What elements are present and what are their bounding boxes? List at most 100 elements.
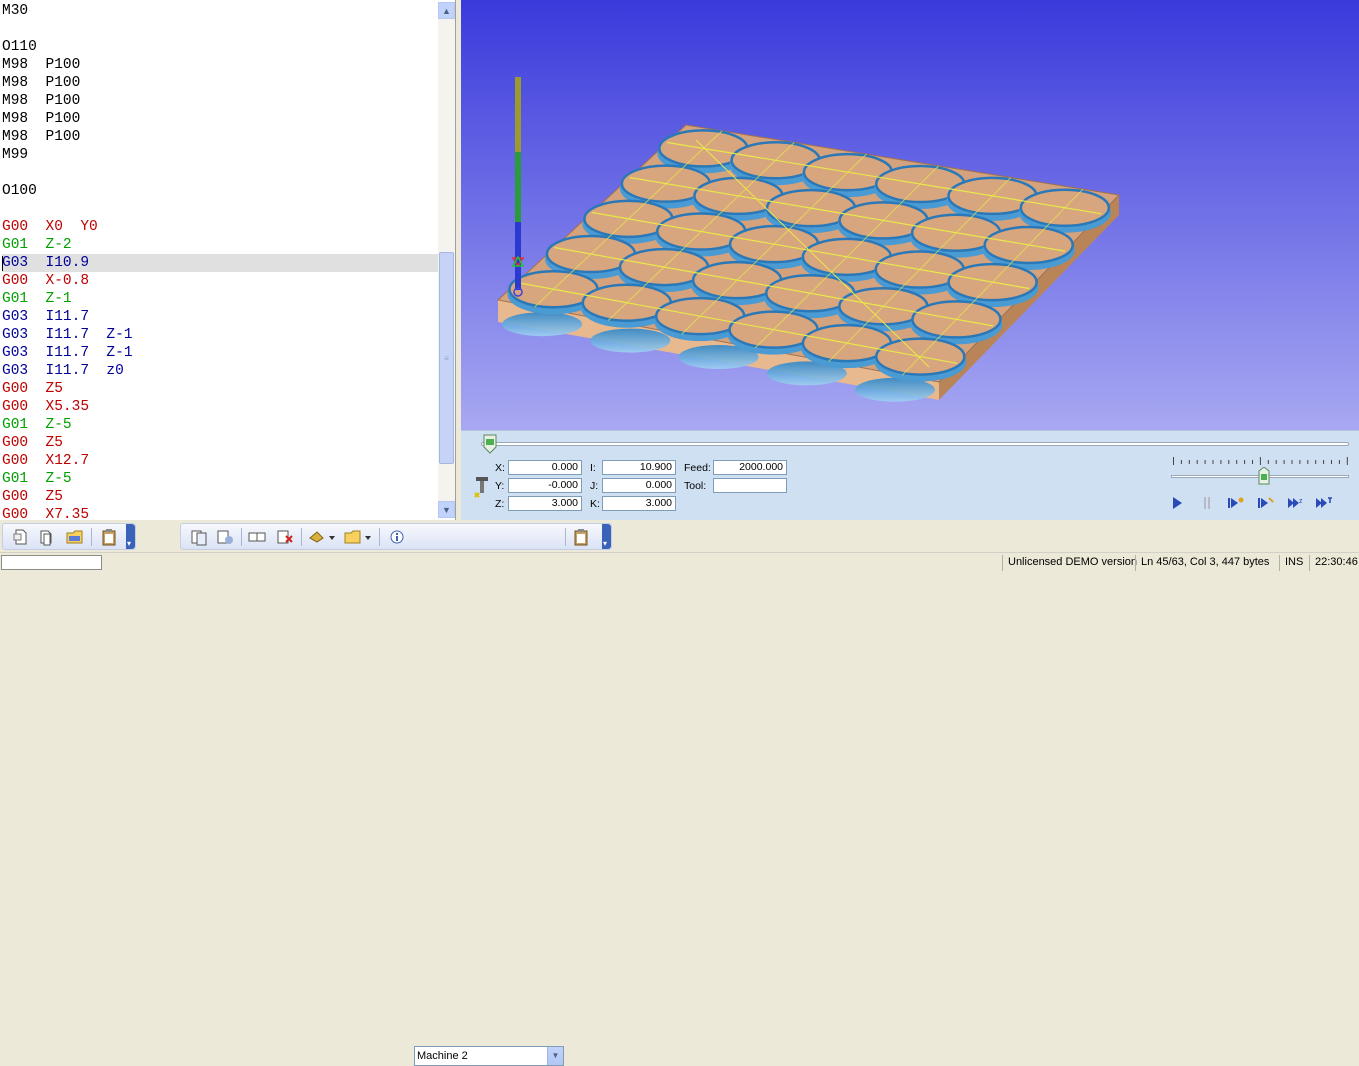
receive-icon[interactable] bbox=[275, 528, 295, 546]
file-toolbar bbox=[2, 523, 136, 550]
speed-tick bbox=[1180, 460, 1182, 464]
code-line[interactable] bbox=[2, 20, 438, 38]
speed-tick bbox=[1315, 460, 1317, 464]
code-line[interactable]: G03 I11.7 bbox=[2, 308, 438, 326]
code-line[interactable]: G01 Z-5 bbox=[2, 416, 438, 434]
code-line[interactable]: G00 X-0.8 bbox=[2, 272, 438, 290]
code-line[interactable]: G03 I11.7 Z-1 bbox=[2, 344, 438, 362]
code-line[interactable]: G00 X7.35 bbox=[2, 506, 438, 520]
clipboard-icon[interactable] bbox=[99, 528, 119, 546]
cursor-position-status: Ln 45/63, Col 3, 447 bytes bbox=[1135, 555, 1279, 571]
open-folder-icon[interactable] bbox=[65, 528, 85, 546]
code-line[interactable]: G00 Z5 bbox=[2, 488, 438, 506]
code-line[interactable]: G00 Z5 bbox=[2, 380, 438, 398]
tool-icon bbox=[474, 477, 488, 498]
speed-tick bbox=[1259, 457, 1261, 465]
3d-view bbox=[461, 0, 1359, 430]
feed-label: Feed: bbox=[684, 462, 711, 474]
toolbar-separator bbox=[241, 528, 242, 546]
y-value-field: -0.000 bbox=[508, 478, 582, 493]
speed-tick bbox=[1275, 460, 1277, 464]
j-value-field: 0.000 bbox=[602, 478, 676, 493]
code-line[interactable]: M98 P100 bbox=[2, 74, 438, 92]
code-line[interactable]: M99 bbox=[2, 146, 438, 164]
timeline-slider-thumb[interactable] bbox=[483, 434, 497, 454]
transfer-icon[interactable] bbox=[215, 528, 235, 546]
code-line[interactable]: G01 Z-2 bbox=[2, 236, 438, 254]
code-line[interactable]: G01 Z-1 bbox=[2, 290, 438, 308]
speed-tick bbox=[1307, 460, 1309, 464]
pause-button[interactable] bbox=[1197, 495, 1217, 511]
svg-text:z: z bbox=[1299, 498, 1303, 505]
info-icon[interactable] bbox=[387, 528, 407, 546]
folder-dropdown-icon[interactable] bbox=[343, 528, 373, 546]
machine-select[interactable]: Machine 2 ▼ bbox=[414, 1046, 564, 1066]
code-line[interactable]: G00 X12.7 bbox=[2, 452, 438, 470]
toolbar-separator bbox=[379, 528, 380, 546]
scroll-up-button[interactable]: ▲ bbox=[438, 2, 455, 19]
code-line[interactable]: M98 P100 bbox=[2, 92, 438, 110]
license-status: Unlicensed DEMO version bbox=[1002, 555, 1137, 571]
simulation-viewport[interactable] bbox=[461, 0, 1359, 430]
step-toolchange-button[interactable] bbox=[1256, 495, 1276, 511]
status-bar: Unlicensed DEMO version Ln 45/63, Col 3,… bbox=[0, 552, 1359, 572]
speed-slider-thumb[interactable] bbox=[1258, 467, 1270, 485]
code-line[interactable]: O100 bbox=[2, 182, 438, 200]
code-editor[interactable]: M30 O110 M98 P100 M98 P100 M98 P100 M98 P100 M… bbox=[0, 0, 456, 520]
code-line[interactable] bbox=[2, 200, 438, 218]
new-file-icon[interactable] bbox=[11, 528, 31, 546]
current-code-line[interactable]: G03 I10.9 bbox=[2, 254, 438, 272]
play-button[interactable] bbox=[1167, 495, 1187, 511]
speed-tick bbox=[1212, 460, 1214, 464]
main-toolbar: Machine 2 ▼ bbox=[0, 520, 1359, 1066]
step-block-button[interactable] bbox=[1226, 495, 1246, 511]
toolbar-separator bbox=[565, 528, 566, 546]
i-value-field: 10.900 bbox=[602, 460, 676, 475]
code-line[interactable]: G01 Z-5 bbox=[2, 470, 438, 488]
play-icon bbox=[1173, 497, 1182, 509]
code-line[interactable] bbox=[2, 164, 438, 182]
code-line[interactable]: G00 X0 Y0 bbox=[2, 218, 438, 236]
step-z-button[interactable]: z bbox=[1286, 495, 1306, 511]
machine-settings-icon[interactable] bbox=[571, 528, 591, 546]
chevron-down-icon[interactable]: ▼ bbox=[547, 1047, 563, 1065]
toolbar-grip[interactable] bbox=[126, 524, 135, 549]
code-line[interactable]: M98 P100 bbox=[2, 110, 438, 128]
step-end-button[interactable] bbox=[1314, 495, 1334, 511]
tool-dropdown-icon[interactable] bbox=[307, 528, 337, 546]
toolbar-separator bbox=[301, 528, 302, 546]
speed-tick bbox=[1244, 460, 1246, 464]
step-toolchange-icon bbox=[1258, 497, 1274, 508]
compare-icon[interactable] bbox=[189, 528, 209, 546]
code-line[interactable]: G00 X5.35 bbox=[2, 398, 438, 416]
toolbar-grip[interactable] bbox=[602, 524, 611, 549]
timeline-slider[interactable] bbox=[481, 442, 1349, 446]
scroll-down-button[interactable]: ▼ bbox=[438, 501, 455, 518]
y-label: Y: bbox=[495, 480, 505, 492]
pause-icon bbox=[1204, 497, 1210, 509]
send-icon[interactable] bbox=[247, 528, 267, 546]
j-label: J: bbox=[590, 480, 599, 492]
code-line[interactable]: G03 I11.7 Z-1 bbox=[2, 326, 438, 344]
speed-tick bbox=[1236, 460, 1238, 464]
code-line[interactable]: M98 P100 bbox=[2, 128, 438, 146]
clock-status: 22:30:46 bbox=[1309, 555, 1359, 571]
k-value-field: 3.000 bbox=[602, 496, 676, 511]
i-label: I: bbox=[590, 462, 596, 474]
speed-tick bbox=[1196, 460, 1198, 464]
copy-icon[interactable] bbox=[37, 528, 57, 546]
code-lines[interactable]: M30 O110 M98 P100 M98 P100 M98 P100 M98 P100 M… bbox=[2, 2, 438, 520]
insert-mode-status: INS bbox=[1279, 555, 1309, 571]
scroll-thumb[interactable]: ≡ bbox=[439, 252, 454, 464]
code-line[interactable]: G03 I11.7 z0 bbox=[2, 362, 438, 380]
speed-tick bbox=[1331, 460, 1332, 464]
step-end-icon bbox=[1316, 497, 1332, 508]
code-line[interactable]: G00 Z5 bbox=[2, 434, 438, 452]
k-label: K: bbox=[590, 498, 600, 510]
speed-tick bbox=[1283, 460, 1285, 464]
code-line[interactable]: O110 bbox=[2, 38, 438, 56]
code-line[interactable]: M30 bbox=[2, 2, 438, 20]
vertical-scrollbar[interactable]: ▲ ≡ ▼ bbox=[438, 2, 455, 518]
status-progress-bar bbox=[1, 555, 102, 570]
code-line[interactable]: M98 P100 bbox=[2, 56, 438, 74]
